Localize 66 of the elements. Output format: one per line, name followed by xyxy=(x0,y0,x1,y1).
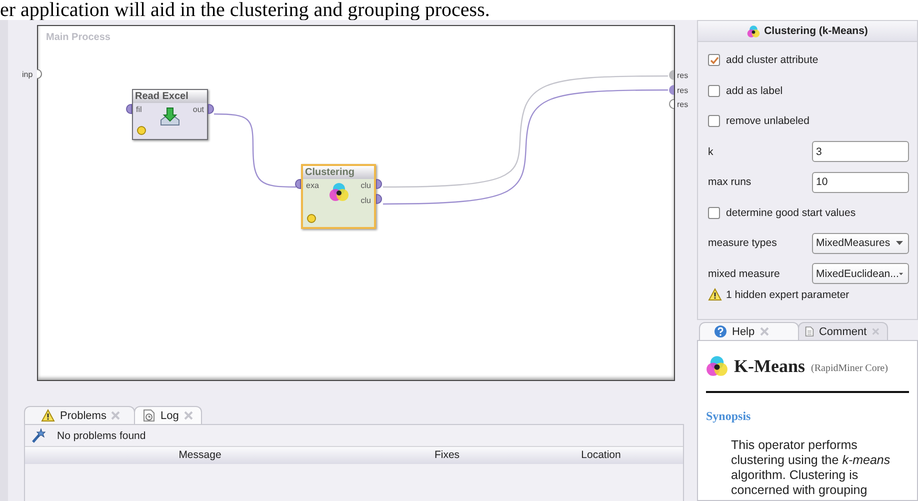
result-port[interactable] xyxy=(669,99,674,109)
canvas-title: Main Process xyxy=(46,32,110,43)
port-label: res xyxy=(677,100,688,109)
input-field[interactable]: 10 xyxy=(812,172,909,193)
result-port[interactable] xyxy=(669,84,674,94)
hidden-parameter-note: 1 hidden expert parameter xyxy=(726,288,850,300)
operator-title: Read Excel xyxy=(133,90,207,103)
section-heading: Synopsis xyxy=(706,409,752,424)
port-label: res xyxy=(677,71,688,80)
dropdown[interactable]: MixedEuclidean... xyxy=(812,263,909,284)
port-label: exa xyxy=(306,181,319,190)
field-label: k xyxy=(708,146,714,158)
panel-tab[interactable]: Comment xyxy=(798,322,888,340)
checkbox[interactable] xyxy=(708,206,720,219)
caret-icon xyxy=(898,272,903,276)
input-port[interactable] xyxy=(126,104,132,114)
port-label: clu xyxy=(360,196,371,205)
port-label: fil xyxy=(136,105,142,114)
operator-node[interactable]: Clustering exa clu clu xyxy=(301,164,376,229)
page-clock-icon xyxy=(143,409,156,422)
help-text: This operator performs clustering using the k-means algorithm. Clustering is concerned with grouping xyxy=(730,438,891,498)
column-header[interactable]: Fixes xyxy=(375,447,519,464)
output-port[interactable] xyxy=(208,104,214,114)
checkbox-label: add cluster attribute xyxy=(726,54,818,66)
checkbox-label: remove unlabeled xyxy=(726,115,810,128)
status-light-icon xyxy=(307,214,316,223)
status-text: No problems found xyxy=(57,430,146,442)
input-field[interactable]: 3 xyxy=(812,141,909,162)
warning-icon xyxy=(41,409,55,422)
circles-icon xyxy=(747,24,760,38)
document-text: er application will aid in the clustering and grouping process. xyxy=(0,0,490,20)
circles-icon xyxy=(706,355,728,377)
operator-title: Clustering xyxy=(303,166,374,179)
port-label: res xyxy=(677,86,688,94)
port-label: out xyxy=(192,105,204,114)
port-label: clu xyxy=(360,181,371,190)
panel-tab[interactable]: Log xyxy=(134,406,202,424)
panel-tab[interactable]: Problems xyxy=(24,406,136,424)
document-icon xyxy=(805,325,814,338)
panel-title: Clustering (k-Means) xyxy=(764,25,868,37)
operator-node[interactable]: Read Excel fil out xyxy=(132,89,208,140)
checkbox-label: add as label xyxy=(726,84,783,97)
checkbox[interactable] xyxy=(708,54,720,66)
result-port[interactable] xyxy=(669,70,674,80)
checkbox[interactable] xyxy=(708,115,720,128)
field-label: mixed measure xyxy=(708,268,780,280)
checkbox[interactable] xyxy=(708,84,720,97)
status-light-icon xyxy=(137,126,146,135)
input-port[interactable] xyxy=(295,179,301,189)
field-label: measure types xyxy=(708,237,777,250)
help-icon xyxy=(714,325,727,338)
help-source: (RapidMiner Core) xyxy=(811,362,888,374)
help-title: K-Means xyxy=(734,356,805,376)
column-header[interactable]: Location xyxy=(519,447,683,464)
field-label: max runs xyxy=(708,176,752,188)
caret-icon xyxy=(896,241,903,246)
input-port[interactable] xyxy=(37,69,42,79)
column-header[interactable]: Message xyxy=(25,447,375,464)
circles-icon xyxy=(328,182,348,202)
wand-icon xyxy=(31,428,47,443)
dropdown[interactable]: MixedMeasures xyxy=(812,232,909,254)
port-label: inp xyxy=(22,70,33,79)
warning-icon xyxy=(708,288,722,301)
panel-tab[interactable]: Help xyxy=(699,322,799,340)
checkbox-label: determine good start values xyxy=(726,206,856,219)
download-tray-icon xyxy=(159,106,181,128)
